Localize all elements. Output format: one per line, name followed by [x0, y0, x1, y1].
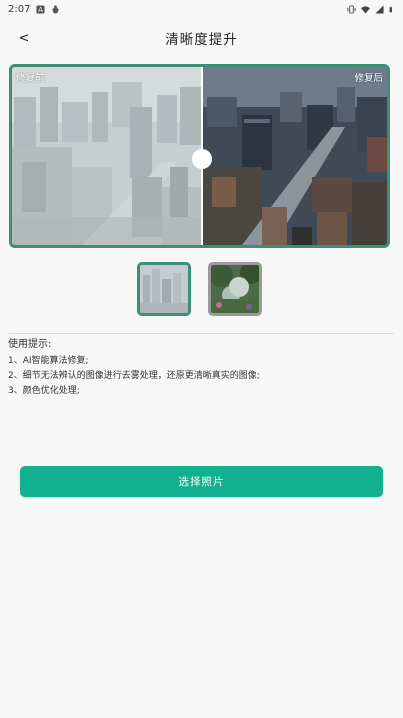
after-image [202, 67, 387, 245]
wifi-icon [361, 5, 370, 14]
before-after-compare[interactable]: 修复前 修复后 [9, 64, 390, 248]
signal-icon [375, 4, 384, 14]
bug-icon [52, 4, 60, 14]
status-bar: 2:07 A [0, 0, 403, 18]
after-label: 修复后 [354, 73, 383, 84]
tip-item: 2、细节无法辨认的图像进行去雾处理，还原更清晰真实的图像; [8, 371, 260, 381]
before-image [12, 67, 202, 245]
usage-tips: 使用提示: 1、AI智能算法修复; 2、细节无法辨认的图像进行去雾处理，还原更清… [8, 337, 398, 399]
back-button[interactable]: < [12, 18, 36, 58]
page-title: 清晰度提升 [165, 32, 238, 48]
thumbnail-image [140, 265, 188, 313]
app-header: < 清晰度提升 [0, 18, 403, 58]
vibrate-icon [347, 4, 356, 14]
thumbnail-image [211, 265, 259, 313]
tip-item: 1、AI智能算法修复; [8, 356, 89, 366]
divider-line [9, 333, 394, 334]
thumbnail-forest-mist[interactable] [208, 262, 262, 316]
tip-item: 3、颜色优化处理; [8, 386, 80, 396]
a-badge-icon: A [36, 4, 46, 14]
thumbnail-city-haze[interactable] [137, 262, 191, 316]
tips-title: 使用提示: [8, 339, 52, 350]
before-label: 修复前 [16, 73, 45, 84]
select-photo-button[interactable]: 选择照片 [20, 466, 383, 497]
battery-icon [389, 6, 392, 12]
status-time: 2:07 [8, 3, 31, 15]
svg-text:A: A [39, 6, 44, 14]
compare-slider-handle[interactable] [192, 149, 212, 169]
